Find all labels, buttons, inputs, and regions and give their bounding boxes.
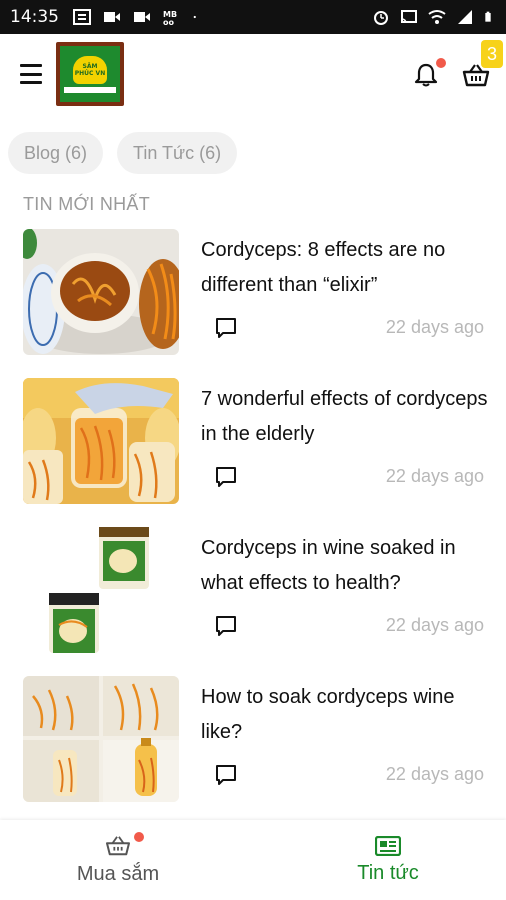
svg-text:oo: oo	[163, 18, 174, 25]
nav-tab-label: Tin tức	[357, 861, 419, 884]
wifi-icon	[428, 10, 446, 24]
app-header: SÂM PHÚC VN 3	[0, 34, 506, 124]
article-date: 22 days ago	[385, 615, 484, 635]
article-thumbnail[interactable]	[23, 676, 179, 802]
article-title[interactable]: How to soak cordyceps wine like?	[201, 680, 491, 750]
article-item[interactable]: Cordyceps in wine soaked in what effects…	[23, 527, 493, 655]
bottom-navigation: Mua sắm Tin tức	[0, 820, 506, 900]
filter-chip-news[interactable]: Tin Tức (6)	[117, 132, 238, 174]
category-filters: Blog (6) Tin Tức (6)	[8, 132, 238, 174]
basket-icon	[105, 835, 131, 855]
nav-tab-label: Mua sắm	[76, 862, 160, 885]
article-item[interactable]: 7 wonderful effects of cordyceps in the …	[23, 378, 493, 506]
notification-dot	[134, 832, 144, 842]
article-date: 22 days ago	[385, 764, 484, 784]
article-item[interactable]: How to soak cordyceps wine like? 22 days…	[23, 676, 493, 804]
article-title[interactable]: 7 wonderful effects of cordyceps in the …	[201, 382, 491, 452]
article-thumbnail[interactable]	[23, 229, 179, 355]
alarm-icon	[374, 11, 388, 25]
comment-icon[interactable]	[214, 614, 238, 638]
section-title: TIN MỚI NHẤT	[23, 194, 151, 214]
logo-text: SÂM PHÚC VN	[73, 55, 107, 84]
notification-box-icon	[73, 9, 91, 25]
bell-icon[interactable]	[414, 62, 438, 88]
clock: 14:35	[10, 7, 59, 27]
article-item[interactable]: Cordyceps: 8 effects are no different th…	[23, 229, 493, 357]
video-icon	[104, 12, 120, 22]
nav-tab-shopping[interactable]: Mua sắm	[58, 820, 178, 900]
article-title[interactable]: Cordyceps: 8 effects are no different th…	[201, 233, 491, 303]
article-thumbnail[interactable]	[23, 378, 179, 504]
nav-tab-news[interactable]: Tin tức	[328, 820, 448, 900]
mb-icon: MBoo	[163, 10, 177, 25]
comment-icon[interactable]	[214, 316, 238, 340]
notification-dot	[436, 58, 446, 68]
status-bar: 14:35 MB oo	[0, 0, 506, 34]
cart-count-badge: 3	[481, 40, 503, 68]
newspaper-icon	[375, 835, 401, 856]
menu-icon[interactable]	[20, 64, 42, 84]
article-date: 22 days ago	[385, 466, 484, 486]
article-title[interactable]: Cordyceps in wine soaked in what effects…	[201, 531, 491, 601]
battery-icon	[485, 11, 491, 22]
video-icon	[134, 12, 150, 22]
dot-icon	[193, 15, 196, 19]
comment-icon[interactable]	[214, 763, 238, 787]
brand-logo[interactable]: SÂM PHÚC VN	[56, 42, 124, 106]
filter-chip-blog[interactable]: Blog (6)	[8, 132, 104, 174]
signal-icon	[458, 10, 472, 24]
cast-icon	[401, 10, 417, 24]
article-date: 22 days ago	[385, 317, 484, 337]
article-thumbnail[interactable]	[23, 527, 179, 653]
comment-icon[interactable]	[214, 465, 238, 489]
